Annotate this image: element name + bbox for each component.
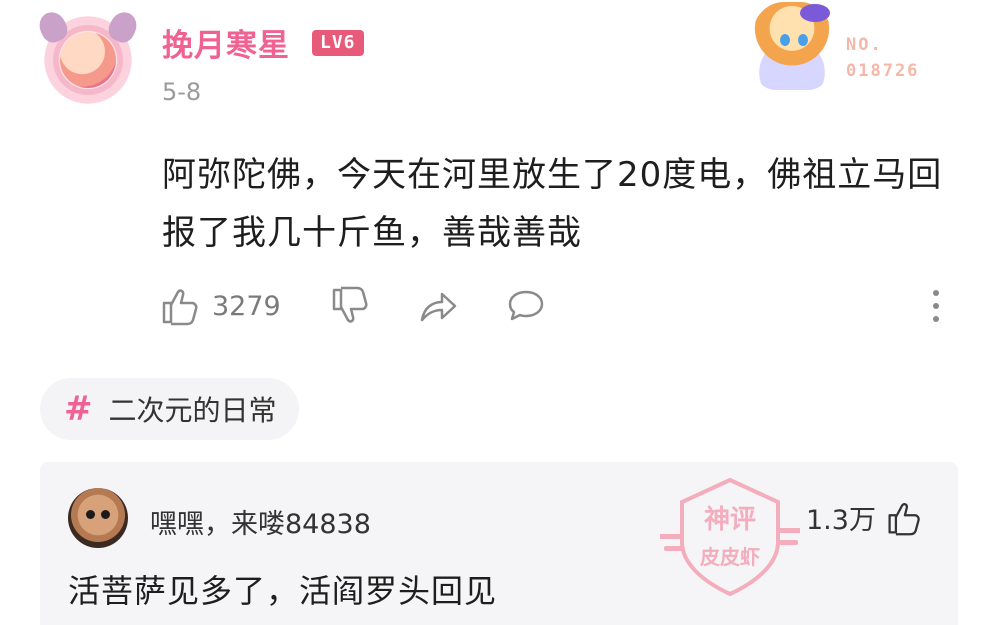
- commenter-avatar[interactable]: [68, 488, 128, 548]
- stamp-line2: 皮皮虾: [700, 545, 760, 569]
- post-content: 阿弥陀佛，今天在河里放生了20度电，佛祖立马回报了我几十斤鱼，善哉善哉: [162, 155, 943, 253]
- thumbs-up-icon: [162, 289, 198, 326]
- thumbs-up-icon: [888, 502, 920, 535]
- badge-character-image: [752, 2, 832, 90]
- like-count: 3279: [212, 290, 281, 322]
- like-button[interactable]: 3279: [160, 284, 281, 328]
- comment-like-count: 1.3万: [806, 505, 876, 536]
- stamp-line1: 神评: [704, 505, 756, 535]
- hash-icon: #: [64, 389, 93, 429]
- thumbs-down-icon: [332, 286, 368, 323]
- comment-like-button[interactable]: 1.3万: [806, 498, 922, 537]
- badge-number-label: NO.: [846, 35, 883, 55]
- topic-tag[interactable]: # 二次元的日常: [40, 378, 299, 440]
- dislike-button[interactable]: [330, 284, 370, 328]
- topic-tag-label: 二次元的日常: [108, 394, 277, 427]
- commenter-name[interactable]: 嘿嘿，来喽84838: [150, 502, 371, 541]
- level-badge: LV6: [312, 30, 364, 56]
- comment-icon: [508, 290, 544, 321]
- badge-eye-right: [798, 34, 808, 46]
- god-comment-stamp: 神评 皮皮虾: [660, 477, 800, 597]
- commenter-eye-right: [101, 510, 110, 519]
- commenter-eye-left: [86, 510, 95, 519]
- author-name[interactable]: 挽月寒星: [162, 20, 290, 65]
- post-date: 5-8: [162, 78, 202, 106]
- top-comment-card[interactable]: 嘿嘿，来喽84838 活菩萨见多了，活阎罗头回见 神评 皮皮虾 1.3万: [40, 462, 958, 625]
- more-icon[interactable]: [928, 288, 944, 324]
- badge-bow: [800, 4, 830, 22]
- badge-number: NO. 018726: [846, 32, 919, 84]
- post-card: 挽月寒星 LV6 5-8 NO. 018726 阿弥陀佛，今天在河里放生了20度…: [0, 0, 999, 350]
- badge-eye-left: [780, 34, 790, 46]
- post-action-bar: 3279: [160, 284, 960, 328]
- share-icon: [420, 292, 457, 322]
- share-button[interactable]: [418, 284, 458, 328]
- badge-number-value: 018726: [846, 61, 920, 81]
- comment-text: 活菩萨见多了，活阎罗头回见: [68, 572, 498, 610]
- comment-button[interactable]: [506, 284, 546, 328]
- author-avatar[interactable]: [34, 7, 142, 110]
- avatar-face: [60, 32, 116, 88]
- medal-badge[interactable]: NO. 018726: [744, 2, 944, 94]
